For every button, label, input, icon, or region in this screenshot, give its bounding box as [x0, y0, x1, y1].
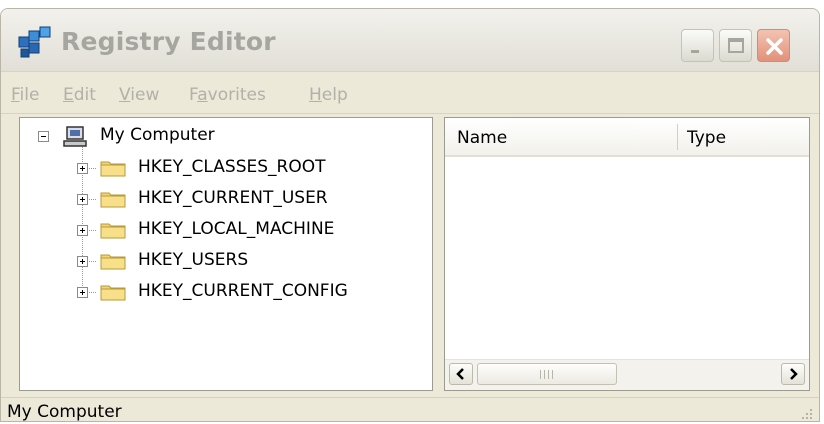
registry-editor-icon [18, 26, 51, 58]
close-icon [766, 38, 783, 55]
maximize-button[interactable] [719, 29, 752, 62]
tree-item-hkey-classes-root[interactable]: HKEY_CLASSES_ROOT [20, 154, 420, 182]
chevron-right-icon [790, 368, 798, 380]
column-divider[interactable] [677, 124, 678, 150]
list-header: Name Type [445, 118, 809, 157]
menu-edit[interactable]: Edit [63, 85, 96, 105]
folder-icon [100, 285, 126, 301]
computer-icon [63, 126, 87, 147]
scroll-right-button[interactable] [781, 363, 805, 385]
maximize-icon [728, 38, 744, 53]
minimize-button[interactable] [681, 29, 714, 62]
chevron-left-icon [456, 368, 464, 380]
menu-file[interactable]: File [11, 85, 39, 105]
menu-help[interactable]: Help [309, 85, 348, 105]
scroll-left-button[interactable] [449, 363, 473, 385]
minimize-icon [691, 50, 699, 53]
folder-icon [100, 223, 126, 239]
tree-item-my-computer[interactable]: My Computer [20, 122, 420, 150]
registry-tree[interactable]: My Computer HKEY_CLASSES_ROOT HKEY_CURRE… [19, 117, 433, 391]
folder-icon [100, 192, 126, 208]
horizontal-scrollbar[interactable] [445, 359, 809, 390]
tree-item-hkey-local-machine[interactable]: HKEY_LOCAL_MACHINE [20, 216, 420, 244]
menu-view[interactable]: View [119, 85, 159, 105]
title-bar[interactable]: Registry Editor [1, 9, 819, 72]
menu-bar: File Edit View Favorites Help [1, 79, 819, 114]
column-header-type[interactable]: Type [687, 128, 726, 148]
expand-icon[interactable] [77, 194, 88, 205]
menu-favorites[interactable]: Favorites [189, 85, 266, 105]
expand-icon[interactable] [77, 163, 88, 174]
status-bar: My Computer [1, 397, 819, 422]
tree-item-hkey-current-user[interactable]: HKEY_CURRENT_USER [20, 185, 420, 213]
values-list[interactable]: Name Type [444, 117, 810, 391]
status-text: My Computer [7, 402, 122, 422]
tree-item-hkey-users[interactable]: HKEY_USERS [20, 247, 420, 275]
resize-grip-icon[interactable] [799, 406, 813, 420]
folder-icon [100, 161, 126, 177]
expand-icon[interactable] [77, 225, 88, 236]
scroll-thumb[interactable] [477, 363, 617, 385]
registry-editor-window: Registry Editor File Edit View Favorites… [0, 8, 820, 422]
close-button[interactable] [757, 29, 790, 62]
column-header-name[interactable]: Name [457, 128, 507, 148]
folder-icon [100, 254, 126, 270]
tree-item-hkey-current-config[interactable]: HKEY_CURRENT_CONFIG [20, 278, 420, 306]
expand-icon[interactable] [77, 287, 88, 298]
expand-icon[interactable] [77, 256, 88, 267]
window-title: Registry Editor [61, 27, 276, 56]
collapse-icon[interactable] [38, 131, 49, 142]
